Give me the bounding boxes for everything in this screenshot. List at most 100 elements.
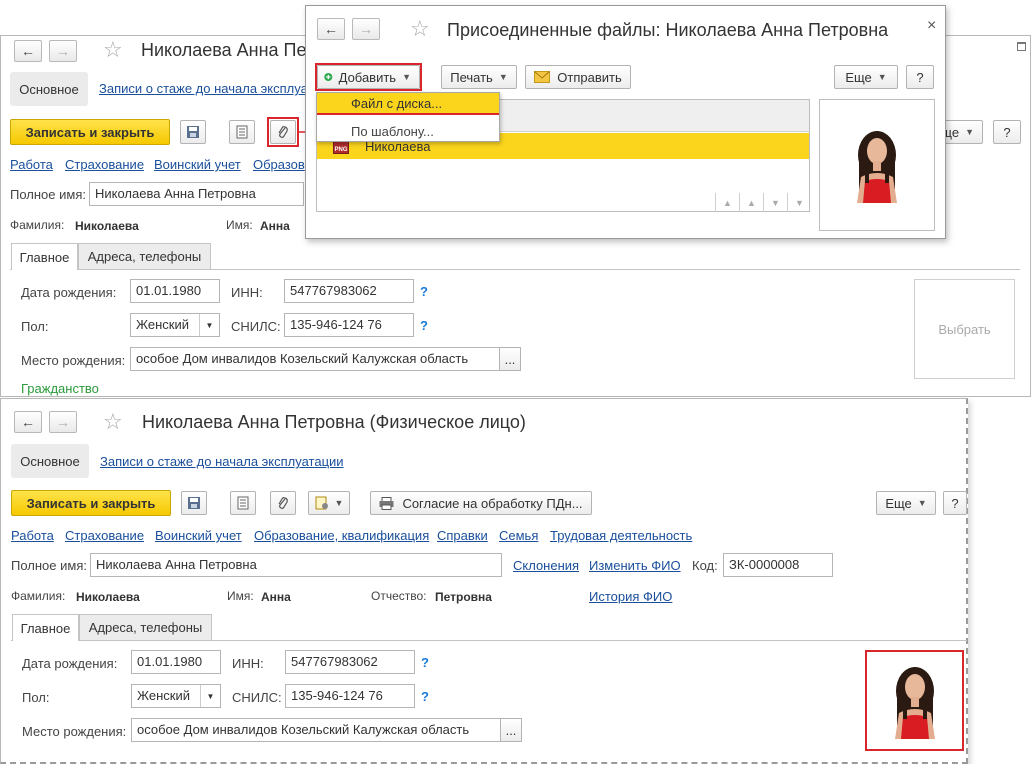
forward-nav-button[interactable]: → (49, 411, 77, 433)
snils-help-icon[interactable]: ? (421, 689, 429, 704)
chevron-down-icon: ▼ (965, 127, 974, 137)
list-icon (237, 496, 249, 510)
back-nav-button[interactable]: ← (14, 40, 42, 62)
snils-help-icon[interactable]: ? (420, 318, 428, 333)
birthplace-label: Место рождения: (22, 724, 127, 739)
birth-date-input[interactable]: 01.01.1980 (130, 279, 220, 303)
sex-select[interactable]: Женский ▼ (130, 313, 220, 337)
birthplace-select-button[interactable]: ... (500, 718, 522, 742)
menu-item-file-from-disk[interactable]: Файл с диска... (317, 93, 499, 115)
tab-general[interactable]: Главное (12, 614, 79, 641)
snils-label: СНИЛС: (232, 690, 282, 705)
code-input[interactable]: ЗК-0000008 (723, 553, 833, 577)
up-row-icon[interactable]: ▲ (739, 193, 763, 212)
birthplace-input[interactable]: особое Дом инвалидов Козельский Калужска… (130, 347, 500, 371)
favorite-star-icon[interactable]: ☆ (103, 411, 123, 433)
dialog-more-button[interactable]: Еще ▼ (834, 65, 898, 89)
birth-date-input[interactable]: 01.01.1980 (131, 650, 221, 674)
chevron-down-icon: ▼ (498, 72, 508, 82)
citizenship-link[interactable]: Гражданство (21, 381, 99, 396)
surname-label: Фамилия: (10, 218, 65, 232)
list-nav-buttons: ▲ ▲ ▼ ▼ (715, 193, 811, 212)
down-row-icon[interactable]: ▼ (763, 193, 787, 212)
favorite-star-icon[interactable]: ☆ (103, 39, 123, 61)
close-icon[interactable]: × (927, 17, 936, 35)
snils-input[interactable]: 135-946-124 76 (284, 313, 414, 337)
save-close-button[interactable]: Записать и закрыть (10, 119, 170, 145)
link-military[interactable]: Воинский учет (155, 528, 242, 543)
link-work[interactable]: Работа (11, 528, 54, 543)
fio-history-link[interactable]: История ФИО (589, 589, 672, 604)
snils-input[interactable]: 135-946-124 76 (285, 684, 415, 708)
tab-general[interactable]: Главное (11, 243, 78, 270)
chevron-down-icon: ▼ (200, 685, 220, 707)
birthplace-input[interactable]: особое Дом инвалидов Козельский Калужска… (131, 718, 501, 742)
link-insurance[interactable]: Страхование (65, 528, 144, 543)
dialog-title: Присоединенные файлы: Николаева Анна Пет… (447, 20, 889, 40)
person-photo-preview (847, 127, 907, 203)
link-military[interactable]: Воинский учет (154, 157, 241, 172)
name-value: Анна (261, 590, 291, 604)
attach-files-button[interactable] (270, 491, 296, 515)
tab-main[interactable]: Основное (11, 444, 89, 478)
declension-link[interactable]: Склонения (513, 558, 579, 573)
printer-icon (379, 496, 394, 510)
file-preview (819, 99, 935, 231)
save-button[interactable] (180, 120, 206, 144)
save-close-button[interactable]: Записать и закрыть (11, 490, 171, 516)
document-gear-icon (315, 496, 328, 510)
print-forms-button[interactable]: ▼ (308, 491, 350, 515)
person-photo[interactable] (865, 650, 964, 751)
name-label: Имя: (226, 218, 253, 232)
send-button[interactable]: Отправить (525, 65, 631, 89)
link-family[interactable]: Семья (499, 528, 538, 543)
help-button[interactable]: ? (943, 491, 967, 515)
first-row-icon[interactable]: ▲ (715, 193, 739, 212)
birthplace-select-button[interactable]: ... (499, 347, 521, 371)
dialog-forward-button[interactable]: → (352, 18, 380, 40)
arrow-left-icon: ← (21, 43, 35, 59)
print-button[interactable]: Печать ▼ (441, 65, 517, 89)
inn-input[interactable]: 547767983062 (285, 650, 415, 674)
tab-addresses[interactable]: Адреса, телефоны (78, 243, 211, 269)
add-dropdown-menu: Файл с диска... По шаблону... (316, 92, 500, 142)
envelope-icon (534, 71, 551, 83)
tab-main[interactable]: Основное (10, 72, 88, 106)
help-button[interactable]: ? (993, 120, 1021, 144)
link-work[interactable]: Работа (10, 157, 53, 172)
dialog-favorite-star-icon[interactable]: ☆ (410, 18, 430, 40)
forward-nav-button[interactable]: → (49, 40, 77, 62)
patronymic-value: Петровна (435, 590, 492, 604)
link-insurance[interactable]: Страхование (65, 157, 144, 172)
dialog-help-button[interactable]: ? (906, 65, 934, 89)
link-labor[interactable]: Трудовая деятельность (550, 528, 692, 543)
more-button[interactable]: Еще▼ (876, 491, 936, 515)
consent-button[interactable]: Согласие на обработку ПДн... (370, 491, 592, 515)
link-education[interactable]: Образов (253, 157, 305, 172)
save-button[interactable] (181, 491, 207, 515)
arrow-right-icon: → (56, 414, 70, 430)
tab-addresses[interactable]: Адреса, телефоны (79, 614, 212, 640)
add-highlight-box (315, 63, 422, 91)
full-name-input[interactable]: Николаева Анна Петровна (89, 182, 304, 206)
back-nav-button[interactable]: ← (14, 411, 42, 433)
document-list-button[interactable] (229, 120, 255, 144)
link-references[interactable]: Справки (437, 528, 488, 543)
document-list-button[interactable] (230, 491, 256, 515)
inn-help-icon[interactable]: ? (421, 655, 429, 670)
photo-placeholder[interactable]: Выбрать (914, 279, 1015, 379)
attached-files-dialog: ← → ☆ Присоединенные файлы: Николаева Ан… (305, 5, 946, 239)
dialog-back-button[interactable]: ← (317, 18, 345, 40)
menu-item-from-template[interactable]: По шаблону... (317, 121, 499, 141)
inn-help-icon[interactable]: ? (420, 284, 428, 299)
maximize-icon[interactable] (1017, 42, 1026, 51)
sex-select[interactable]: Женский ▼ (131, 684, 221, 708)
link-education[interactable]: Образование, квалификация (254, 528, 429, 543)
change-fio-link[interactable]: Изменить ФИО (589, 558, 681, 573)
inn-label: ИНН: (232, 656, 264, 671)
full-name-input[interactable]: Николаева Анна Петровна (90, 553, 502, 577)
snils-label: СНИЛС: (231, 319, 281, 334)
inn-input[interactable]: 547767983062 (284, 279, 414, 303)
last-row-icon[interactable]: ▼ (787, 193, 811, 212)
service-records-link[interactable]: Записи о стаже до начала эксплуатации (100, 454, 344, 469)
